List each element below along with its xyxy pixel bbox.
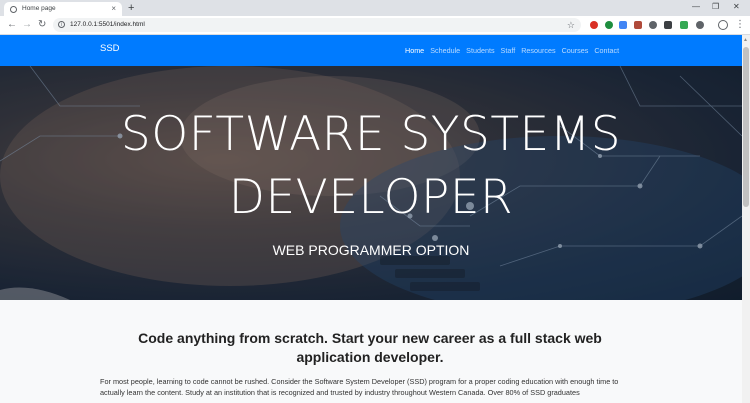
browser-toolbar: ← → ↻ i 127.0.0.1:5501/index.html ☆ ⋮ xyxy=(0,16,750,35)
hero-title-line2: DEVELOPER xyxy=(228,170,514,225)
nav-link-resources[interactable]: Resources xyxy=(521,35,555,66)
window-close-button[interactable]: ✕ xyxy=(733,1,740,13)
site-navbar: SSD Home Schedule Students Staff Resourc… xyxy=(0,35,742,66)
globe-icon xyxy=(10,6,17,13)
nav-link-students[interactable]: Students xyxy=(466,35,494,66)
extension-grid-icon[interactable] xyxy=(634,21,642,29)
nav-link-home[interactable]: Home xyxy=(405,35,424,66)
forward-button[interactable]: → xyxy=(22,18,32,32)
bookmark-star-icon[interactable]: ☆ xyxy=(567,18,575,32)
extension-camera-icon[interactable] xyxy=(649,21,657,29)
address-bar[interactable]: i 127.0.0.1:5501/index.html ☆ xyxy=(53,18,581,32)
nav-link-contact[interactable]: Contact xyxy=(594,35,619,66)
window-minimize-button[interactable]: — xyxy=(692,1,700,13)
hero-banner: SOFTWARE SYSTEMS DEVELOPER WEB PROGRAMME… xyxy=(0,66,742,300)
scrollbar-thumb[interactable] xyxy=(743,47,749,207)
new-tab-button[interactable]: + xyxy=(128,1,134,15)
reload-button[interactable]: ↻ xyxy=(38,18,46,32)
profile-avatar-icon[interactable] xyxy=(718,20,728,30)
page-scrollbar[interactable]: ▲ xyxy=(742,35,750,403)
browser-menu-icon[interactable]: ⋮ xyxy=(735,18,745,32)
back-button[interactable]: ← xyxy=(7,18,17,32)
extension-monitor-icon[interactable] xyxy=(664,21,672,29)
url-text[interactable]: 127.0.0.1:5501/index.html xyxy=(70,18,145,32)
intro-section: Code anything from scratch. Start your n… xyxy=(0,300,742,403)
browser-tabstrip: Home page × + — ❐ ✕ xyxy=(0,0,750,16)
extension-puzzle-icon[interactable] xyxy=(680,21,688,29)
window-restore-button[interactable]: ❐ xyxy=(712,1,719,13)
nav-links: Home Schedule Students Staff Resources C… xyxy=(405,35,625,66)
hero-subtitle: WEB PROGRAMMER OPTION xyxy=(272,242,470,258)
extension-translate-icon[interactable] xyxy=(619,21,627,29)
brand-logo[interactable]: SSD xyxy=(100,35,120,63)
intro-paragraph: For most people, learning to code cannot… xyxy=(100,377,619,397)
tab-close-icon[interactable]: × xyxy=(111,2,116,16)
nav-link-staff[interactable]: Staff xyxy=(501,35,516,66)
browser-tab[interactable]: Home page × xyxy=(4,2,122,16)
extension-opera-icon[interactable] xyxy=(590,21,598,29)
intro-headline: Code anything from scratch. Start your n… xyxy=(138,330,602,365)
info-icon[interactable]: i xyxy=(58,21,65,28)
hero-title-line1: SOFTWARE SYSTEMS xyxy=(120,107,622,162)
nav-link-schedule[interactable]: Schedule xyxy=(430,35,460,66)
extension-settings-icon[interactable] xyxy=(696,21,704,29)
nav-link-courses[interactable]: Courses xyxy=(562,35,589,66)
extension-shield-icon[interactable] xyxy=(605,21,613,29)
tab-title: Home page xyxy=(22,5,56,12)
scroll-up-icon[interactable]: ▲ xyxy=(743,37,748,43)
